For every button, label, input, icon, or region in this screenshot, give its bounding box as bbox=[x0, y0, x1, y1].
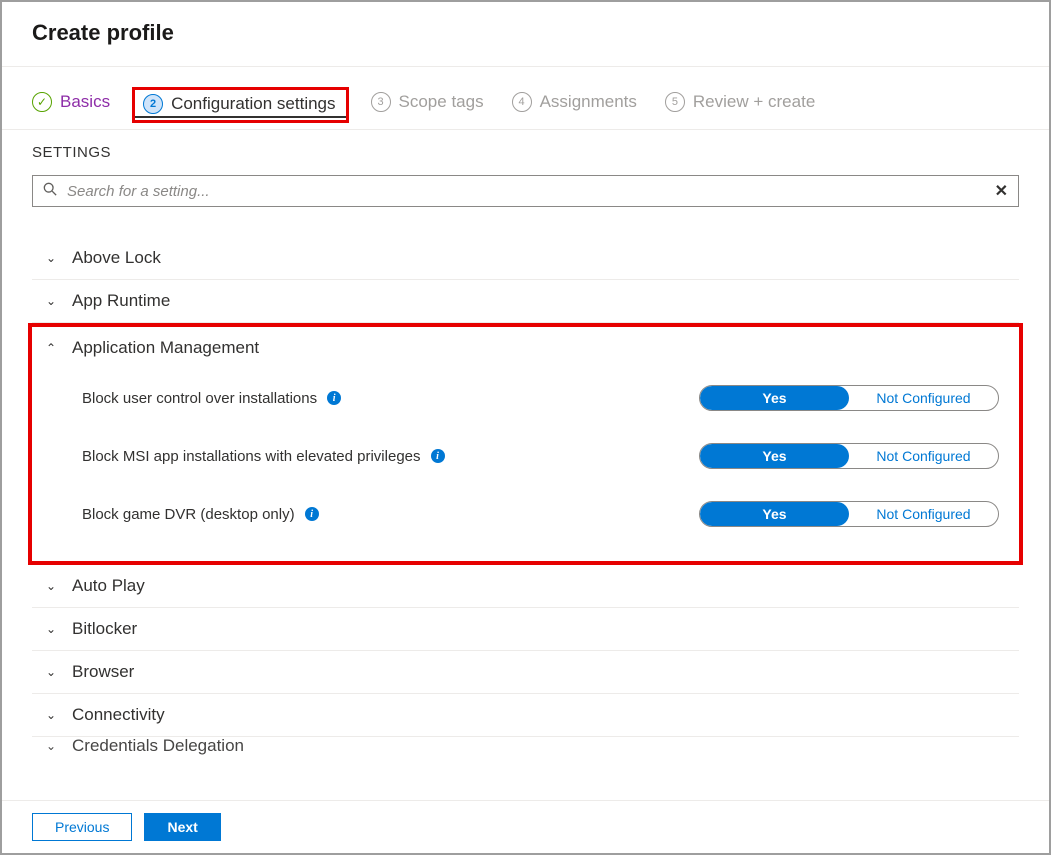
info-icon[interactable]: i bbox=[305, 507, 319, 521]
category-app-mgmt-highlight: ⌃ Application Management Block user cont… bbox=[28, 323, 1023, 565]
setting-block-dvr-label: Block game DVR (desktop only) bbox=[82, 506, 295, 523]
setting-block-user-control-label: Block user control over installations bbox=[82, 390, 317, 407]
toggle-yes[interactable]: Yes bbox=[700, 386, 849, 410]
category-browser-label: Browser bbox=[72, 662, 134, 682]
step-2-badge: 2 bbox=[143, 94, 163, 114]
setting-block-dvr: Block game DVR (desktop only) i Yes Not … bbox=[32, 485, 1019, 543]
category-auto-play[interactable]: ⌄ Auto Play bbox=[32, 565, 1019, 608]
page-title: Create profile bbox=[32, 20, 1019, 46]
toggle-block-dvr[interactable]: Yes Not Configured bbox=[699, 501, 999, 527]
category-application-management[interactable]: ⌃ Application Management bbox=[32, 327, 1019, 369]
chevron-up-icon: ⌃ bbox=[44, 341, 58, 355]
category-auto-play-label: Auto Play bbox=[72, 576, 145, 596]
check-icon: ✓ bbox=[32, 92, 52, 112]
tab-basics[interactable]: ✓ Basics bbox=[32, 92, 110, 118]
chevron-down-icon: ⌄ bbox=[44, 739, 58, 753]
chevron-down-icon: ⌄ bbox=[44, 294, 58, 308]
setting-block-msi-label: Block MSI app installations with elevate… bbox=[82, 448, 421, 465]
category-credentials-delegation[interactable]: ⌄ Credentials Delegation bbox=[32, 737, 1019, 755]
search-input[interactable] bbox=[67, 183, 985, 200]
toggle-not-configured[interactable]: Not Configured bbox=[849, 444, 998, 468]
category-browser[interactable]: ⌄ Browser bbox=[32, 651, 1019, 694]
chevron-down-icon: ⌄ bbox=[44, 579, 58, 593]
step-3-badge: 3 bbox=[371, 92, 391, 112]
toggle-block-msi[interactable]: Yes Not Configured bbox=[699, 443, 999, 469]
clear-icon[interactable]: ✕ bbox=[995, 181, 1008, 201]
toggle-not-configured[interactable]: Not Configured bbox=[849, 502, 998, 526]
tab-basics-label: Basics bbox=[60, 92, 110, 112]
step-4-badge: 4 bbox=[512, 92, 532, 112]
info-icon[interactable]: i bbox=[327, 391, 341, 405]
category-connectivity-label: Connectivity bbox=[72, 705, 165, 725]
category-above-lock[interactable]: ⌄ Above Lock bbox=[32, 237, 1019, 280]
category-bitlocker-label: Bitlocker bbox=[72, 619, 137, 639]
tab-assignments[interactable]: 4 Assignments bbox=[512, 92, 637, 118]
category-app-mgmt-label: Application Management bbox=[72, 338, 259, 358]
chevron-down-icon: ⌄ bbox=[44, 665, 58, 679]
setting-block-user-control: Block user control over installations i … bbox=[32, 369, 1019, 427]
category-above-lock-label: Above Lock bbox=[72, 248, 161, 268]
toggle-yes[interactable]: Yes bbox=[700, 444, 849, 468]
previous-button[interactable]: Previous bbox=[32, 813, 132, 841]
toggle-yes[interactable]: Yes bbox=[700, 502, 849, 526]
category-app-runtime-label: App Runtime bbox=[72, 291, 170, 311]
category-cred-delegation-label: Credentials Delegation bbox=[72, 737, 244, 755]
settings-section-label: SETTINGS bbox=[2, 130, 1049, 175]
category-app-runtime[interactable]: ⌄ App Runtime bbox=[32, 280, 1019, 323]
tab-assignments-label: Assignments bbox=[540, 92, 637, 112]
tab-review-label: Review + create bbox=[693, 92, 815, 112]
tab-configuration-settings[interactable]: 2 Configuration settings bbox=[143, 94, 335, 116]
settings-list: ⌄ Above Lock ⌄ App Runtime ⌃ Application… bbox=[2, 237, 1049, 755]
wizard-tabs: ✓ Basics 2 Configuration settings 3 Scop… bbox=[2, 67, 1049, 130]
tab-config-label: Configuration settings bbox=[171, 94, 335, 114]
category-bitlocker[interactable]: ⌄ Bitlocker bbox=[32, 608, 1019, 651]
tab-scope-tags[interactable]: 3 Scope tags bbox=[371, 92, 484, 118]
search-icon bbox=[43, 182, 57, 200]
chevron-down-icon: ⌄ bbox=[44, 622, 58, 636]
tab-review-create[interactable]: 5 Review + create bbox=[665, 92, 815, 118]
next-button[interactable]: Next bbox=[144, 813, 220, 841]
tab-config-highlight: 2 Configuration settings bbox=[132, 87, 348, 123]
info-icon[interactable]: i bbox=[431, 449, 445, 463]
setting-block-msi: Block MSI app installations with elevate… bbox=[32, 427, 1019, 485]
search-box[interactable]: ✕ bbox=[32, 175, 1019, 207]
chevron-down-icon: ⌄ bbox=[44, 708, 58, 722]
toggle-not-configured[interactable]: Not Configured bbox=[849, 386, 998, 410]
chevron-down-icon: ⌄ bbox=[44, 251, 58, 265]
step-5-badge: 5 bbox=[665, 92, 685, 112]
wizard-footer: Previous Next bbox=[2, 800, 1049, 853]
category-connectivity[interactable]: ⌄ Connectivity bbox=[32, 694, 1019, 737]
toggle-block-user-control[interactable]: Yes Not Configured bbox=[699, 385, 999, 411]
tab-scope-label: Scope tags bbox=[399, 92, 484, 112]
